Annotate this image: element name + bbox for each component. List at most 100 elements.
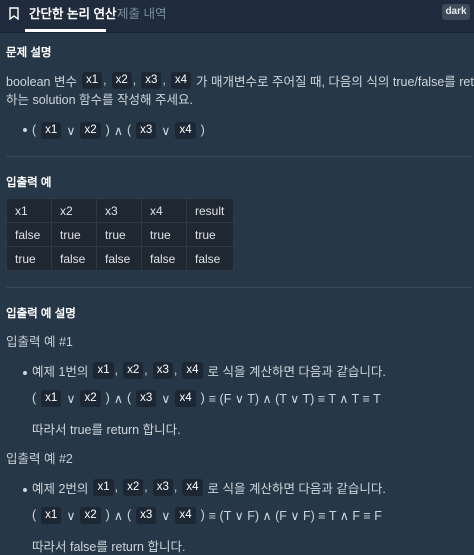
io-example-heading: 입출력 예 [6,177,52,189]
example-1-title: 입출력 예 #1 [6,335,73,349]
tab-bar: 간단한 논리 연산 제출 내역 dark [0,0,474,33]
var-x2: x2 [123,361,144,379]
formula: ( x1 ∨ x2 ) ∧ ( x3 ∨ x4 ) [32,120,205,140]
comma: , [114,363,119,377]
comma: , [114,480,119,494]
or-symbol: ∨ [161,508,171,523]
active-tab-indicator [25,29,106,32]
column-header: x4 [141,198,187,223]
example-1-intro: 예제 1번의 x1 , x2 , x3 , x4 로 식을 계산하면 다음과 같… [32,360,386,380]
formula-x3: x3 [136,121,157,139]
description-text-pre: boolean 변수 [6,74,77,89]
or-symbol: ∨ [161,123,171,138]
var-x4: x4 [182,478,203,496]
example-1-eval-result: ≡ (F ∨ T) ∧ (T ∨ T) ≡ T ∧ T ≡ T [208,391,381,406]
formula-x4: x4 [175,121,196,139]
paren-open: ( [32,123,37,137]
comma: , [162,73,166,87]
formula-x2: x2 [80,121,101,139]
paren-close: ) [200,508,205,522]
var-x2: x2 [80,506,101,524]
paren-close: ) [105,391,110,405]
paren-open: ( [32,508,37,522]
table-cell: true [96,222,142,247]
table-cell: false [6,222,52,247]
column-header: x1 [6,198,52,223]
paren-open: ( [126,508,132,522]
var-x2: x2 [111,71,132,89]
example-1-intro-pre: 예제 1번의 [32,364,89,379]
var-x1: x1 [93,361,114,379]
table-cell: true [51,222,97,247]
var-x1: x1 [41,389,62,407]
var-x3: x3 [152,361,173,379]
and-symbol: ∧ [113,123,123,138]
io-explanation-heading: 입출력 예 설명 [6,308,76,320]
table-cell: false [96,246,142,271]
column-header: x3 [96,198,142,223]
description-line-2: 하는 solution 함수를 작성해 주세요. [6,93,193,107]
var-x3: x3 [136,389,157,407]
example-2-evaluation: ( x1 ∨ x2 ) ∧ ( x3 ∨ x4 ) ≡ (T ∨ F) ∧ (F… [32,505,382,525]
var-x3: x3 [136,506,157,524]
example-2-intro: 예제 2번의 x1 , x2 , x3 , x4 로 식을 계산하면 다음과 같… [32,477,386,497]
example-1-conclusion: 따라서 true를 return 합니다. [32,423,181,437]
comma: , [173,363,178,377]
comma: , [144,480,148,494]
example-2-intro-pre: 예제 2번의 [32,481,89,496]
paren-close: ) [200,123,205,137]
or-symbol: ∨ [66,508,76,523]
table-cell: true [141,222,187,247]
comma: , [132,73,137,87]
paren-open: ( [126,123,132,137]
bullet [23,488,27,492]
var-x4: x4 [182,361,203,379]
or-symbol: ∨ [161,391,171,406]
description-text-post: 가 매개변수로 주어질 때, 다음의 식의 true/false를 return [196,74,474,89]
var-x4: x4 [175,389,196,407]
example-1-evaluation: ( x1 ∨ x2 ) ∧ ( x3 ∨ x4 ) ≡ (F ∨ T) ∧ (T… [32,388,381,408]
theme-toggle-button[interactable]: dark [442,4,470,20]
table-cell: false [186,246,234,271]
and-symbol: ∧ [113,508,123,523]
table-row: true false false false false [6,246,234,271]
table-cell: false [141,246,187,271]
table-cell: false [51,246,97,271]
bullet [23,128,27,132]
paren-close: ) [105,123,110,137]
var-x1: x1 [93,478,114,496]
var-x4: x4 [170,71,192,89]
table-header-row: x1 x2 x3 x4 result [6,198,234,223]
description-heading: 문제 설명 [6,47,52,59]
var-x3: x3 [152,478,173,496]
bookmark-icon[interactable] [9,7,19,20]
comma: , [103,73,107,87]
example-1-intro-post: 로 식을 계산하면 다음과 같습니다. [207,364,386,379]
table-row: false true true true true [6,222,234,247]
io-example-table: x1 x2 x3 x4 result false true true true … [6,198,234,271]
table-cell: true [6,246,52,271]
paren-open: ( [126,391,132,405]
comma: , [173,480,178,494]
section-divider [6,156,472,157]
example-2-eval-result: ≡ (T ∨ F) ∧ (F ∨ F) ≡ T ∧ F ≡ F [208,508,382,523]
var-x3: x3 [141,71,162,89]
or-symbol: ∨ [66,123,76,138]
tab-problem[interactable]: 간단한 논리 연산 [29,7,116,21]
example-2-title: 입출력 예 #2 [6,452,73,466]
and-symbol: ∧ [113,391,123,406]
var-x1: x1 [41,506,62,524]
example-2-conclusion: 따라서 false를 return 합니다. [32,540,186,554]
comma: , [144,363,148,377]
formula-x1: x1 [41,121,62,139]
description-line-1: boolean 변수 x1 , x2 , x3 , x4 가 매개변수로 주어질… [6,70,474,90]
column-header: x2 [51,198,97,223]
tab-submissions[interactable]: 제출 내역 [117,7,166,21]
var-x4: x4 [175,506,196,524]
example-2-intro-post: 로 식을 계산하면 다음과 같습니다. [207,481,386,496]
paren-open: ( [32,391,37,405]
column-header: result [186,198,234,223]
bullet [23,371,27,375]
paren-close: ) [105,508,110,522]
var-x2: x2 [123,478,144,496]
